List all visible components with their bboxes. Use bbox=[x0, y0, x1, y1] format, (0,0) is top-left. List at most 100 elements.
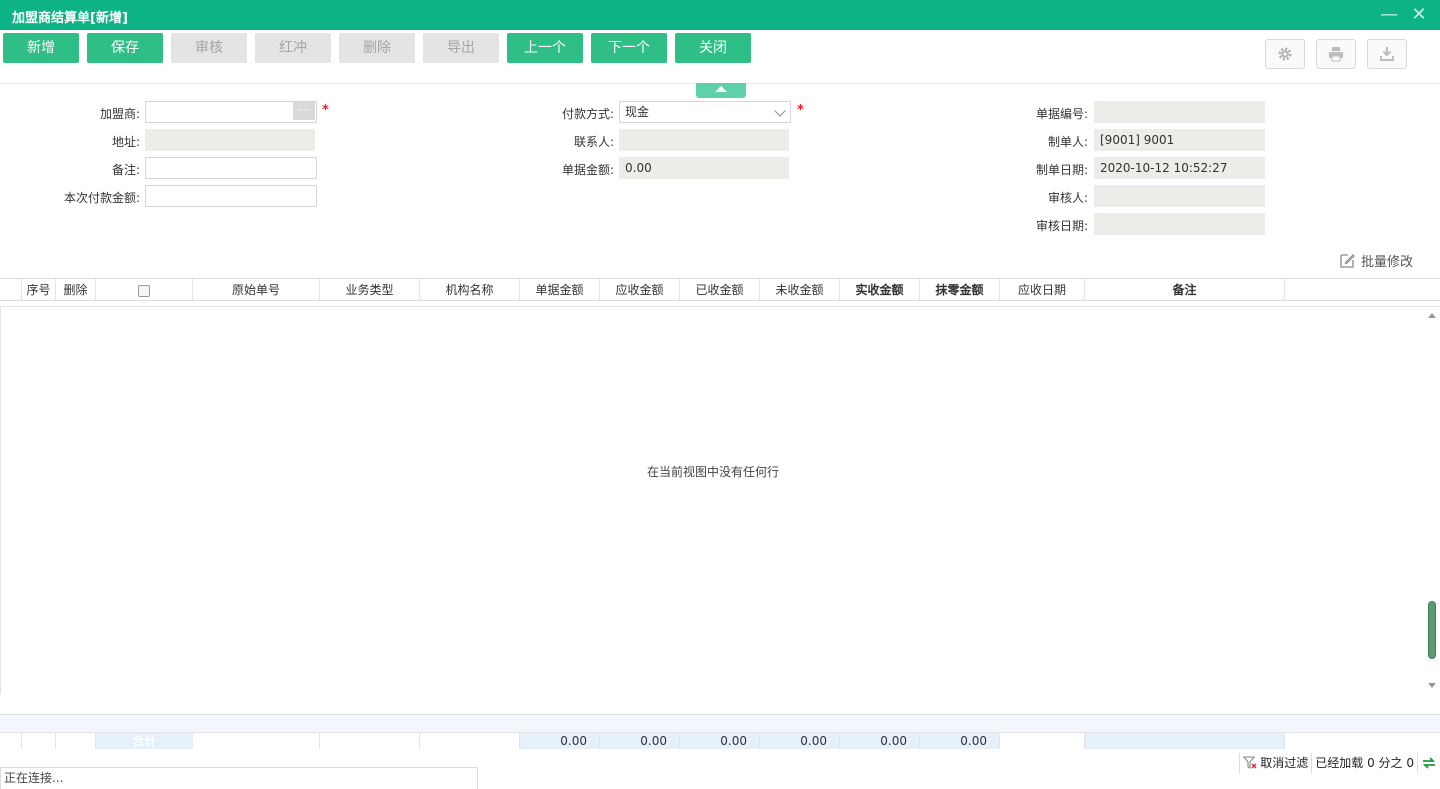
minimize-icon[interactable]: — bbox=[1380, 6, 1398, 24]
audit-date-field bbox=[1094, 213, 1265, 235]
payment-method-label: 付款方式: bbox=[561, 107, 614, 121]
remark-label: 备注: bbox=[111, 163, 140, 177]
totals-cell-empty bbox=[1000, 733, 1085, 749]
column-header-select[interactable] bbox=[96, 279, 193, 301]
new-button[interactable]: 新增 bbox=[3, 33, 79, 63]
payment-amount-field[interactable] bbox=[145, 185, 317, 207]
column-header-receivable-amount[interactable]: 应收金额 bbox=[600, 279, 680, 301]
create-date-label: 制单日期: bbox=[1035, 163, 1088, 177]
document-amount-label: 单据金额: bbox=[561, 163, 614, 177]
download-button[interactable] bbox=[1367, 39, 1407, 69]
reverse-button[interactable]: 红冲 bbox=[255, 33, 331, 63]
audit-button[interactable]: 审核 bbox=[171, 33, 247, 63]
vertical-scrollbar[interactable] bbox=[1424, 307, 1440, 694]
empty-grid-message: 在当前视图中没有任何行 bbox=[646, 465, 779, 479]
column-header-rounding-amount[interactable]: 抹零金额 bbox=[920, 279, 1000, 301]
export-button[interactable]: 导出 bbox=[423, 33, 499, 63]
auditor-field bbox=[1094, 185, 1265, 207]
select-all-checkbox[interactable] bbox=[138, 284, 150, 297]
totals-cell-empty bbox=[320, 733, 420, 749]
column-header-document-amount[interactable]: 单据金额 bbox=[520, 279, 600, 301]
total-received-amount: 0.00 bbox=[680, 733, 760, 749]
total-receivable-amount: 0.00 bbox=[600, 733, 680, 749]
scroll-down-icon[interactable] bbox=[1428, 683, 1436, 688]
clear-filter-button[interactable]: 取消过滤 bbox=[1239, 753, 1311, 773]
document-no-field bbox=[1094, 101, 1265, 123]
required-mark: * bbox=[322, 103, 329, 118]
delete-button[interactable]: 删除 bbox=[339, 33, 415, 63]
grid-status: 取消过滤 已经加载 0 分之 0 bbox=[1239, 752, 1440, 774]
toolbar: 新增 保存 审核 红冲 删除 导出 上一个 下一个 关闭 bbox=[0, 30, 1440, 84]
loaded-count-label: 已经加载 0 分之 0 bbox=[1315, 756, 1414, 770]
totals-cell-empty bbox=[56, 733, 96, 749]
document-amount-field: 0.00 bbox=[619, 157, 789, 179]
connection-status: 正在连接... bbox=[0, 767, 478, 789]
previous-button[interactable]: 上一个 bbox=[507, 33, 583, 63]
total-rounding-amount: 0.00 bbox=[920, 733, 1000, 749]
scroll-up-icon[interactable] bbox=[1428, 313, 1436, 318]
payment-amount-label: 本次付款金额: bbox=[63, 191, 140, 205]
totals-cell-empty bbox=[193, 733, 320, 749]
grid-totals-row: 合计 0.00 0.00 0.00 0.00 0.00 0.00 bbox=[0, 732, 1440, 749]
collapse-form-toggle[interactable] bbox=[696, 83, 746, 98]
window-titlebar: 加盟商结算单[新增] — ✕ bbox=[0, 0, 1440, 30]
auditor-label: 审核人: bbox=[1047, 191, 1088, 205]
print-button[interactable] bbox=[1316, 39, 1356, 69]
address-label: 地址: bbox=[111, 135, 140, 149]
column-header-original-no[interactable]: 原始单号 bbox=[193, 279, 320, 301]
creator-field: [9001] 9001 bbox=[1094, 129, 1265, 151]
totals-cell-empty bbox=[420, 733, 520, 749]
create-date-field: 2020-10-12 10:52:27 bbox=[1094, 157, 1265, 179]
settings-button[interactable] bbox=[1265, 39, 1305, 69]
column-header-unreceived-amount[interactable]: 未收金额 bbox=[760, 279, 840, 301]
payment-method-value: 现金 bbox=[625, 105, 650, 119]
edit-icon bbox=[1340, 254, 1355, 268]
column-header-business-type[interactable]: 业务类型 bbox=[320, 279, 420, 301]
totals-cell-empty bbox=[1085, 733, 1285, 749]
total-unreceived-amount: 0.00 bbox=[760, 733, 840, 749]
payment-method-select[interactable]: 现金 bbox=[619, 101, 791, 123]
franchisee-picker-button[interactable]: ··· bbox=[293, 102, 315, 120]
save-button[interactable]: 保存 bbox=[87, 33, 163, 63]
totals-cell-empty bbox=[22, 733, 56, 749]
column-header-received-amount[interactable]: 已收金额 bbox=[680, 279, 760, 301]
franchisee-field[interactable] bbox=[145, 101, 317, 123]
loaded-count: 已经加载 0 分之 0 bbox=[1311, 753, 1417, 773]
column-header-remark[interactable]: 备注 bbox=[1085, 279, 1285, 301]
scrollbar-thumb[interactable] bbox=[1428, 601, 1436, 659]
refresh-icon bbox=[1422, 757, 1436, 769]
grid-body: 在当前视图中没有任何行 bbox=[0, 307, 1424, 694]
total-actual-amount: 0.00 bbox=[840, 733, 920, 749]
clear-filter-label: 取消过滤 bbox=[1260, 756, 1309, 770]
contact-label: 联系人: bbox=[573, 135, 614, 149]
gear-icon bbox=[1278, 47, 1292, 61]
chevron-down-icon bbox=[774, 105, 786, 117]
window-title: 加盟商结算单[新增] bbox=[12, 11, 128, 26]
batch-edit-button[interactable]: 批量修改 bbox=[1340, 251, 1413, 270]
next-button[interactable]: 下一个 bbox=[591, 33, 667, 63]
creator-label: 制单人: bbox=[1047, 135, 1088, 149]
status-bar: 正在连接... 取消过滤 已经加载 0 分之 0 bbox=[0, 749, 1440, 789]
download-icon bbox=[1380, 47, 1394, 61]
grid-header: 序号 删除 原始单号 业务类型 机构名称 单据金额 应收金额 已收金额 未收金额… bbox=[0, 278, 1440, 301]
column-header-org-name[interactable]: 机构名称 bbox=[420, 279, 520, 301]
column-header-delete[interactable]: 删除 bbox=[56, 279, 96, 301]
close-button[interactable]: 关闭 bbox=[675, 33, 751, 63]
grid-footer-gap bbox=[0, 714, 1440, 732]
column-header-seq[interactable]: 序号 bbox=[22, 279, 56, 301]
filter-off-icon bbox=[1243, 756, 1257, 769]
document-no-label: 单据编号: bbox=[1035, 107, 1088, 121]
column-header-indicator bbox=[0, 279, 22, 301]
batch-edit-label: 批量修改 bbox=[1361, 255, 1414, 270]
column-header-actual-amount[interactable]: 实收金额 bbox=[840, 279, 920, 301]
totals-label: 合计 bbox=[96, 733, 193, 749]
franchisee-label: 加盟商: bbox=[99, 107, 140, 121]
column-header-due-date[interactable]: 应收日期 bbox=[1000, 279, 1085, 301]
printer-icon bbox=[1329, 47, 1343, 62]
refresh-button[interactable] bbox=[1417, 753, 1440, 773]
audit-date-label: 审核日期: bbox=[1035, 219, 1088, 233]
address-field bbox=[145, 129, 315, 151]
required-mark: * bbox=[797, 103, 804, 118]
close-icon[interactable]: ✕ bbox=[1410, 6, 1428, 24]
remark-field[interactable] bbox=[145, 157, 317, 179]
